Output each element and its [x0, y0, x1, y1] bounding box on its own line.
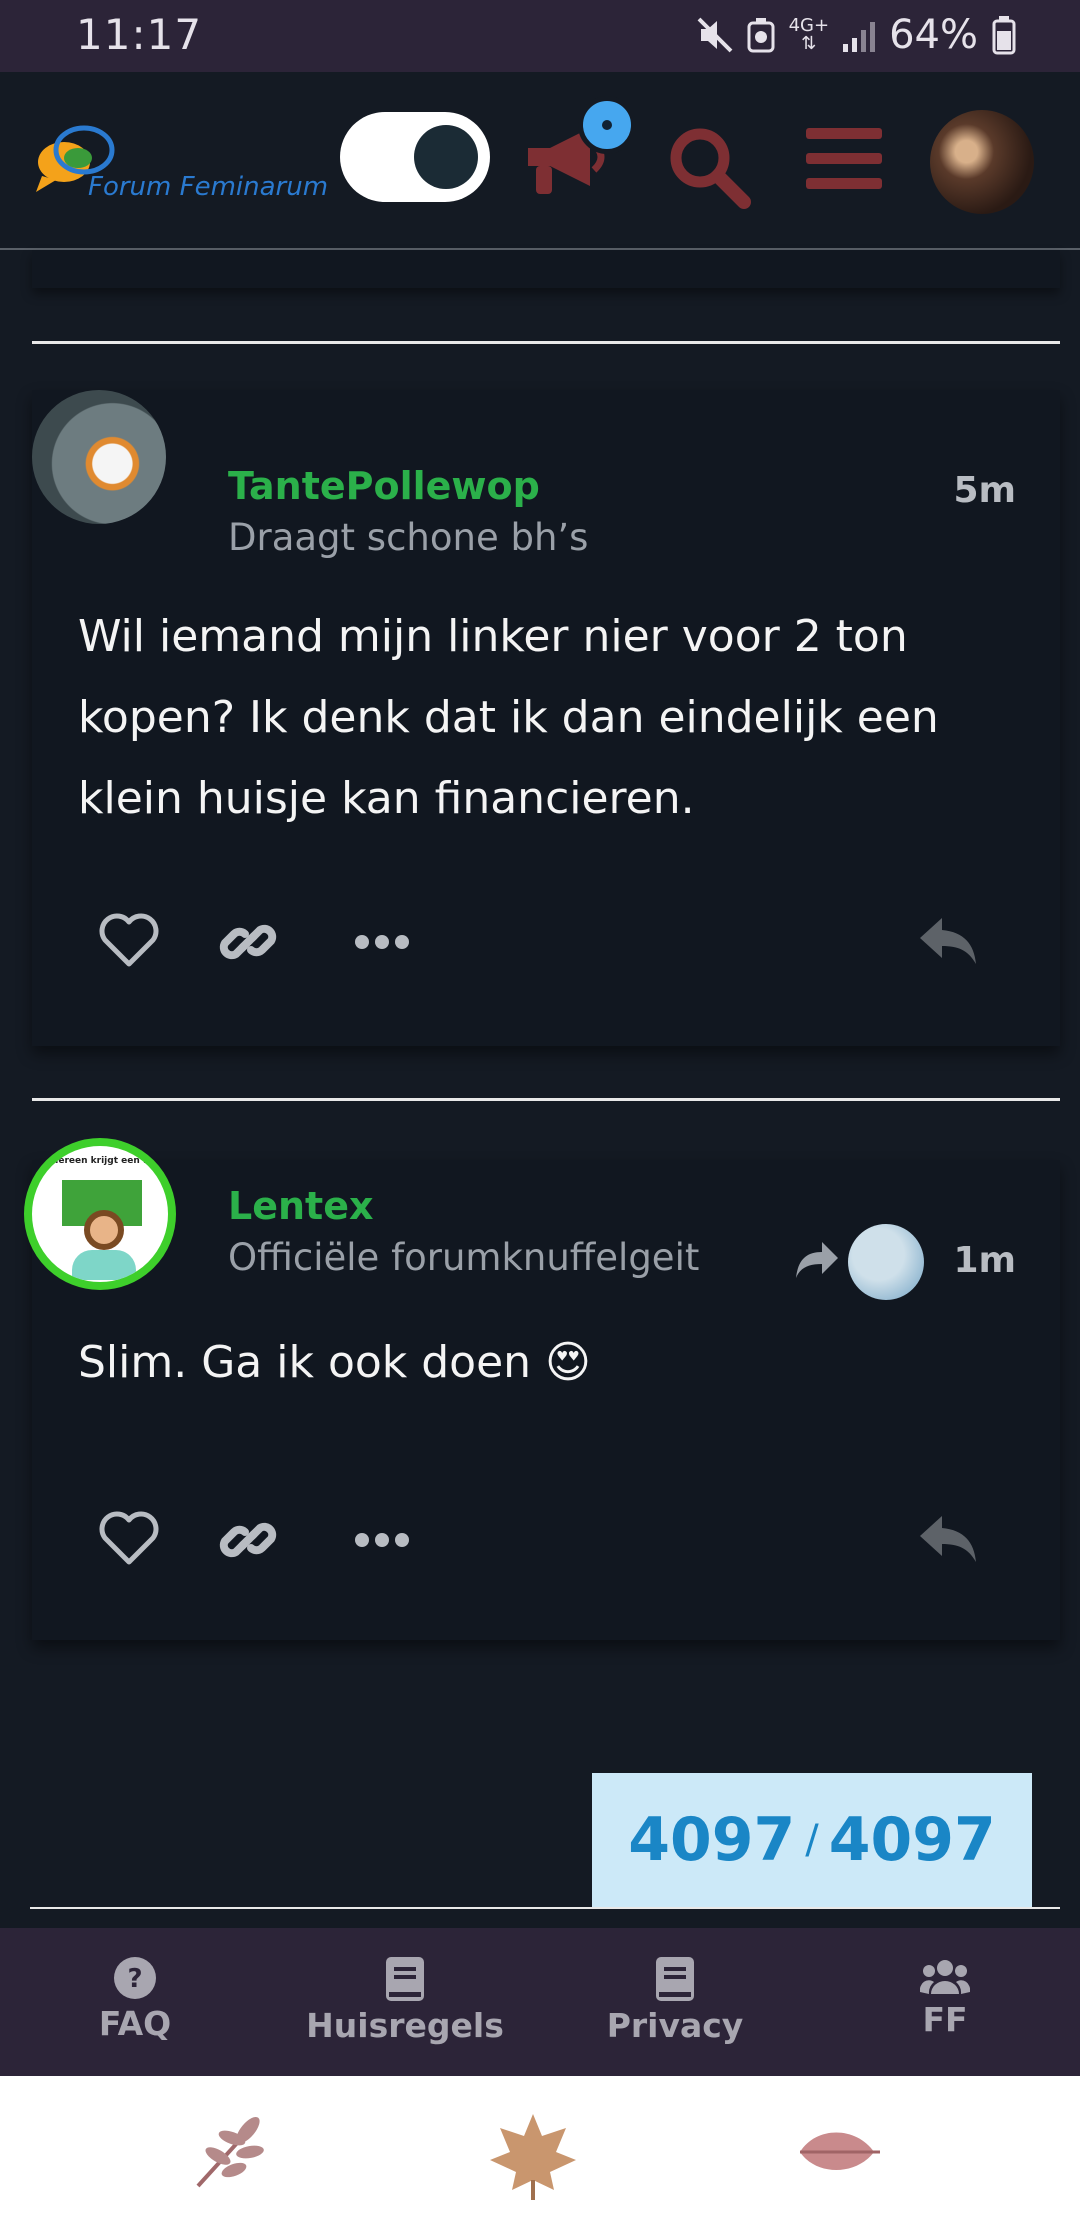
- post-actions: [32, 1510, 1060, 1580]
- post-separator: [32, 341, 1060, 344]
- footer-label: Huisregels: [306, 2006, 504, 2045]
- bottom-separator: [30, 1907, 1060, 1909]
- post-avatar[interactable]: Iedereen krijgt een 10!: [24, 1138, 176, 1290]
- post-avatar[interactable]: [32, 390, 166, 524]
- post-separator: [32, 1098, 1060, 1101]
- link-icon[interactable]: [218, 1510, 278, 1570]
- progress-total: 4097: [828, 1805, 996, 1875]
- network-type: 4G+ ⇅: [788, 15, 830, 54]
- footer-label: FAQ: [98, 2004, 172, 2043]
- share-arrow-icon: [796, 1242, 838, 1278]
- avatar-body: [72, 1250, 136, 1280]
- like-heart-icon[interactable]: [98, 1510, 160, 1566]
- users-icon: [920, 1960, 970, 1994]
- page: 11:17 4G+ ⇅ 64% Forum Feminarum TantePol…: [0, 0, 1080, 2220]
- site-header: Forum Feminarum: [0, 72, 1080, 250]
- post-age[interactable]: 5m: [953, 470, 1016, 511]
- footer-item-faq[interactable]: ? FAQ: [0, 1956, 270, 2043]
- recent-apps-leaf-icon[interactable]: [188, 2108, 274, 2192]
- status-time: 11:17: [76, 10, 203, 59]
- footer-item-privacy[interactable]: Privacy: [540, 1956, 810, 2045]
- logo-text: Forum Feminarum: [88, 172, 329, 202]
- post-age[interactable]: 1m: [953, 1240, 1016, 1281]
- svg-text:?: ?: [127, 1964, 142, 1994]
- hamburger-menu-icon[interactable]: [806, 122, 882, 196]
- post-body: Slim. Ga ik ook doen 😍: [78, 1337, 591, 1388]
- book-icon: [656, 1957, 694, 2001]
- post-card: Iedereen krijgt een 10! Lentex Officiële…: [24, 1138, 1060, 1640]
- footer-item-huisregels[interactable]: Huisregels: [270, 1956, 540, 2045]
- footer-label: FF: [922, 2000, 968, 2039]
- battery-icon: [992, 16, 1016, 55]
- post-user-title: Draagt schone bh’s: [228, 516, 589, 559]
- notification-dot[interactable]: [578, 96, 636, 154]
- system-nav-bar: [0, 2076, 1080, 2220]
- user-avatar[interactable]: [930, 110, 1034, 214]
- footer-nav: ? FAQ Huisregels Privacy FF: [0, 1928, 1080, 2076]
- question-circle-icon: ?: [114, 1957, 156, 1999]
- reply-to-avatar[interactable]: [848, 1224, 924, 1300]
- search-icon[interactable]: [664, 122, 754, 212]
- post-user-title: Officiële forumknuffelgeit: [228, 1236, 700, 1279]
- previous-post-bottom: [32, 250, 1060, 288]
- post-username[interactable]: Lentex: [228, 1184, 374, 1228]
- signal-icon: [843, 18, 876, 52]
- site-logo[interactable]: [32, 120, 332, 220]
- topic-progress[interactable]: 4097 / 4097: [592, 1773, 1032, 1907]
- footer-label: Privacy: [606, 2006, 744, 2045]
- reply-icon[interactable]: [918, 912, 978, 968]
- toggle-knob: [414, 125, 478, 189]
- avatar-face: [84, 1210, 124, 1250]
- book-icon: [386, 1957, 424, 2001]
- post-card: TantePollewop Draagt schone bh’s 5m Wil …: [32, 390, 1060, 1046]
- battery-saver-icon: [747, 18, 775, 53]
- more-options-icon[interactable]: [354, 932, 410, 952]
- status-icons: 4G+ ⇅ 64%: [697, 12, 1016, 58]
- home-leaf-icon[interactable]: [488, 2110, 578, 2200]
- reply-icon[interactable]: [918, 1510, 978, 1566]
- like-heart-icon[interactable]: [98, 912, 160, 968]
- post-username[interactable]: TantePollewop: [228, 464, 540, 508]
- theme-toggle[interactable]: [340, 112, 490, 202]
- post-actions: [32, 912, 1060, 982]
- progress-current: 4097: [628, 1805, 796, 1875]
- post-body: Wil iemand mijn linker nier voor 2 ton k…: [78, 611, 939, 824]
- progress-slash: /: [805, 1817, 819, 1863]
- network-label: 4G+: [788, 15, 830, 36]
- status-bar: 11:17 4G+ ⇅ 64%: [0, 0, 1080, 72]
- avatar-caption: Iedereen krijgt een 10!: [42, 1156, 160, 1166]
- mute-icon: [697, 17, 733, 53]
- more-options-icon[interactable]: [354, 1530, 410, 1550]
- back-leaf-icon[interactable]: [796, 2122, 882, 2182]
- battery-percentage: 64%: [889, 12, 978, 58]
- link-icon[interactable]: [218, 912, 278, 972]
- footer-item-ff[interactable]: FF: [810, 1956, 1080, 2039]
